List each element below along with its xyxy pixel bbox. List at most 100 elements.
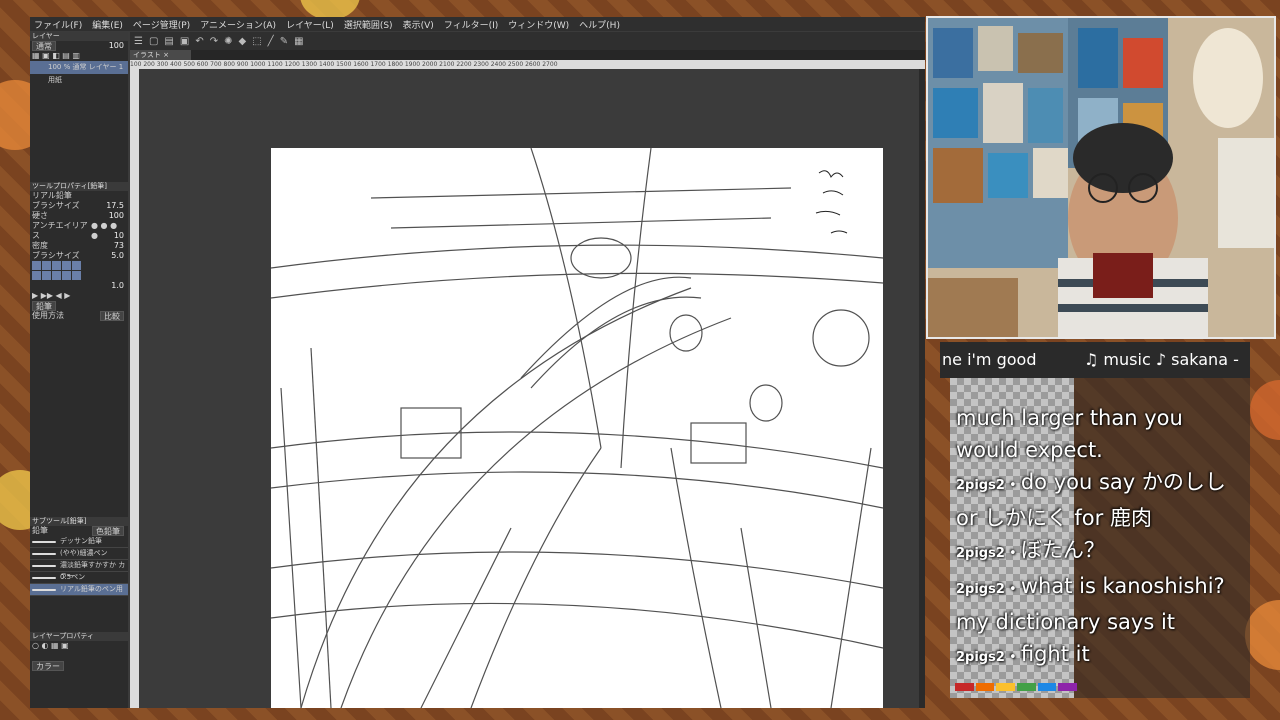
chat-message-text: ぼたん？ [1020,538,1105,562]
prop-row[interactable]: 密度 73 [30,241,128,251]
brush-name-row: リアル鉛筆 [30,191,128,201]
palette-swatch [975,683,995,691]
brush-item[interactable]: デッサン鉛筆 [30,536,128,548]
brightness-icon[interactable]: ✺ [224,36,232,47]
ticker-text-left: ne i'm good [942,350,1037,369]
pressure-chips[interactable] [32,271,82,281]
prop-value: 17.5 [106,201,124,210]
menu-file[interactable]: ファイル(F) [34,18,82,31]
prop-row[interactable]: ブラシサイズ 17.5 [30,201,128,211]
layer-tools-row: ▦ ▣ ◧ ▤ ▥ [30,51,128,61]
transform-icon[interactable]: ⬚ [252,36,261,47]
pen-icon[interactable]: ╱ [268,36,274,47]
prop-label: アンチエイリアス [32,221,88,240]
prop-value: 1.0 [111,281,124,290]
color-palette-strip [955,683,1078,691]
menu-animation[interactable]: アニメーション(A) [200,18,276,31]
menu-selection[interactable]: 選択範囲(S) [344,18,393,31]
color-panel: レイヤープロパティ ○ ◐ ▦ ▣ カラー [30,632,128,671]
chat-username: 2pigs2 [956,478,1005,493]
redo-icon[interactable]: ↷ [210,36,218,47]
frame-decor [1245,600,1280,670]
layer-item-1[interactable]: 100 % 通常 レイヤー 1 [30,61,128,74]
vertical-ruler [130,69,139,708]
menu-help[interactable]: ヘルプ(H) [579,18,620,31]
color-dropdown[interactable]: カラー [32,661,64,671]
blend-mode-dropdown[interactable]: 通常 [32,41,56,51]
prop-row[interactable]: 硬さ 100 [30,211,128,221]
layer-blend-row: 通常 100 [30,41,128,51]
prop-value: 100 [108,211,124,220]
canvas-area [139,69,925,708]
brush-item[interactable]: 濃淡鉛筆すかすか カラー [30,560,128,580]
horizontal-ruler: 100 200 300 400 500 600 700 800 900 1000… [130,60,925,69]
menu-layer[interactable]: レイヤー(L) [286,18,334,31]
now-playing-ticker: ne i'm good ♫ music ♪ sakana - [940,342,1250,378]
command-bar: ☰ ▢ ▤ ▣ ↶ ↷ ✺ ◆ ⬚ ╱ ✎ ▦ [130,32,925,50]
menu-bar: ファイル(F) 編集(E) ページ管理(P) アニメーション(A) レイヤー(L… [30,17,925,31]
palette-swatch [1058,683,1078,691]
sub-tool-title: サブツール[鉛筆] [30,517,128,526]
save-icon[interactable]: ▣ [180,36,189,47]
document-tab-label: イラスト [133,51,161,59]
menu-view[interactable]: 表示(V) [403,18,434,31]
ticker-text-right: ♫ music ♪ sakana - [1084,350,1239,369]
document-tab[interactable]: イラスト × [130,50,191,60]
pencil-sketch [270,147,884,708]
vertical-scrollbar[interactable] [919,69,925,708]
menu-window[interactable]: ウィンドウ(W) [508,18,569,31]
sub-tool-tabs: 鉛筆 色鉛筆 [30,526,128,536]
ruler-icon[interactable]: ▦ [294,36,303,47]
method-row[interactable]: 使用方法 比較 [30,311,128,321]
layer-tool-icons[interactable]: ▦ ▣ ◧ ▤ ▥ [32,51,80,61]
method-label: 使用方法 [32,311,64,320]
fill-icon[interactable]: ◆ [239,36,247,47]
color-dropdown-row: カラー [30,661,128,671]
chat-message: much larger than you [956,406,1183,430]
prop-row[interactable]: 10 [30,231,128,241]
tool-property-title: ツールプロパティ[鉛筆] [30,182,128,191]
chip-row[interactable] [30,271,128,281]
layer-opacity[interactable]: 100 [109,41,124,51]
drawing-canvas[interactable] [270,147,884,708]
prop-row[interactable]: アンチエイリアス ● ● ● ● [30,221,128,240]
pressure-chips[interactable] [32,261,82,271]
chat-message-text: fight it [1020,642,1090,666]
pencil-icon[interactable]: ✎ [280,36,288,47]
palette-swatch [1037,683,1057,691]
chat-messages: much larger than you would expect. 2pigs… [956,402,1246,674]
menu-icon[interactable]: ☰ [134,36,143,47]
tab-color-pencil[interactable]: 色鉛筆 [92,526,124,536]
chat-message: would expect. [956,438,1103,462]
prop-row[interactable]: ブラシサイズ 5.0 [30,251,128,261]
open-icon[interactable]: ▤ [164,36,173,47]
pencil-button[interactable]: 鉛筆 [32,301,56,311]
prop-label: 硬さ [32,211,48,220]
chat-overlay: much larger than you would expect. 2pigs… [950,378,1250,698]
menu-edit[interactable]: 編集(E) [92,18,123,31]
frame-decor [1250,380,1280,440]
left-panel: レイヤー 通常 100 ▦ ▣ ◧ ▤ ▥ 100 % 通常 レイヤー 1 用紙… [30,32,128,708]
ruler-labels: 100 200 300 400 500 600 700 800 900 1000… [130,61,558,68]
prop-row[interactable]: 1.0 [30,281,128,291]
undo-icon[interactable]: ↶ [195,36,203,47]
chat-username: 2pigs2 [956,582,1005,597]
method-dropdown[interactable]: 比較 [100,311,124,321]
chat-message: 2pigs2 • ぼたん？ [956,538,1105,562]
chip-row[interactable] [30,261,128,271]
antialias-options[interactable]: ● ● ● ● [91,221,124,240]
color-mode-icons[interactable]: ○ ◐ ▦ ▣ [32,641,69,651]
menu-filter[interactable]: フィルター(I) [444,18,499,31]
new-icon[interactable]: ▢ [149,36,158,47]
sub-tool-panel: サブツール[鉛筆] 鉛筆 色鉛筆 デッサン鉛筆 (やや)細濃ペン 濃淡鉛筆すかす… [30,517,128,596]
tab-pencil[interactable]: 鉛筆 [32,526,48,536]
color-panel-title: レイヤープロパティ [30,632,128,641]
brush-item-selected[interactable]: リアル鉛筆のペン用 [30,584,128,596]
document-tabs: イラスト × [130,50,925,60]
playback-icons[interactable]: ▶ ▶▶ ◀ ▶ [32,291,70,301]
brush-item[interactable]: 0.5ペン [30,572,128,584]
menu-page[interactable]: ページ管理(P) [133,18,190,31]
layer-item-paper[interactable]: 用紙 [30,74,128,87]
brush-item[interactable]: (やや)細濃ペン [30,548,128,560]
prop-label: ブラシサイズ [32,251,80,260]
